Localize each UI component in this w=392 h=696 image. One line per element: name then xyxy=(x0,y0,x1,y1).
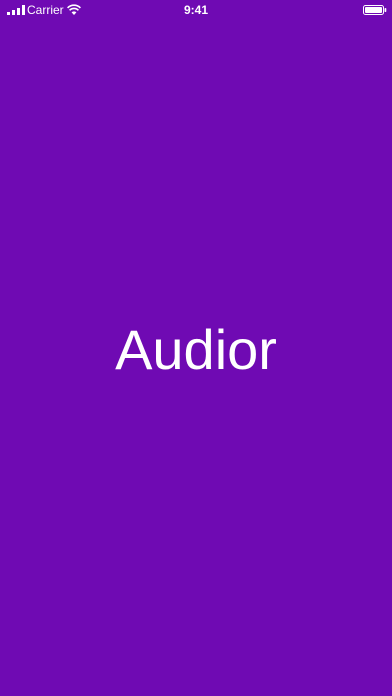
battery-icon xyxy=(363,5,387,15)
clock-time: 9:41 xyxy=(183,3,209,17)
app-name-title: Audior xyxy=(115,318,277,381)
status-bar: Carrier 9:41 xyxy=(0,0,392,20)
